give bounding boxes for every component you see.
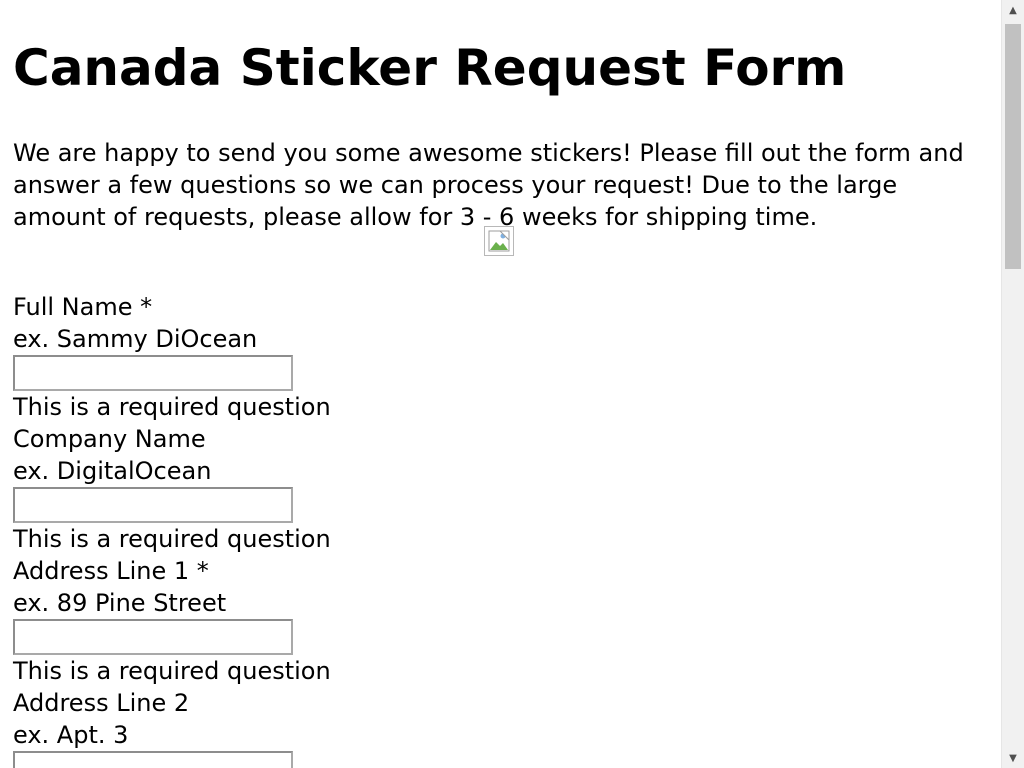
- field-company-name: Company Name ex. DigitalOcean This is a …: [13, 423, 513, 555]
- vertical-scrollbar[interactable]: ▲ ▼: [1001, 0, 1024, 768]
- scroll-up-arrow-icon[interactable]: ▲: [1002, 0, 1024, 20]
- field-hint: ex. 89 Pine Street: [13, 589, 227, 617]
- scroll-down-arrow-icon[interactable]: ▼: [1002, 748, 1024, 768]
- field-label: Address Line 2: [13, 689, 190, 717]
- field-hint: ex. Sammy DiOcean: [13, 325, 258, 353]
- field-label: Company Name: [13, 425, 206, 453]
- field-error: This is a required question: [13, 657, 331, 685]
- intro-text: We are happy to send you some awesome st…: [13, 139, 964, 231]
- field-error: This is a required question: [13, 393, 331, 421]
- address-line-2-input[interactable]: [13, 751, 293, 768]
- field-label: Full Name *: [13, 293, 153, 321]
- field-full-name: Full Name * ex. Sammy DiOcean This is a …: [13, 291, 513, 423]
- full-name-input[interactable]: [13, 355, 293, 391]
- page-title: Canada Sticker Request Form: [13, 39, 847, 97]
- field-hint: ex. DigitalOcean: [13, 457, 212, 485]
- page-viewport: Canada Sticker Request Form We are happy…: [0, 0, 1001, 768]
- field-address-line-2: Address Line 2 ex. Apt. 3: [13, 687, 513, 768]
- field-label: Address Line 1 *: [13, 557, 209, 585]
- address-line-1-input[interactable]: [13, 619, 293, 655]
- field-hint: ex. Apt. 3: [13, 721, 129, 749]
- company-name-input[interactable]: [13, 487, 293, 523]
- broken-image-icon: [484, 226, 514, 256]
- scrollbar-thumb[interactable]: [1005, 24, 1021, 269]
- field-address-line-1: Address Line 1 * ex. 89 Pine Street This…: [13, 555, 513, 687]
- field-error: This is a required question: [13, 525, 331, 553]
